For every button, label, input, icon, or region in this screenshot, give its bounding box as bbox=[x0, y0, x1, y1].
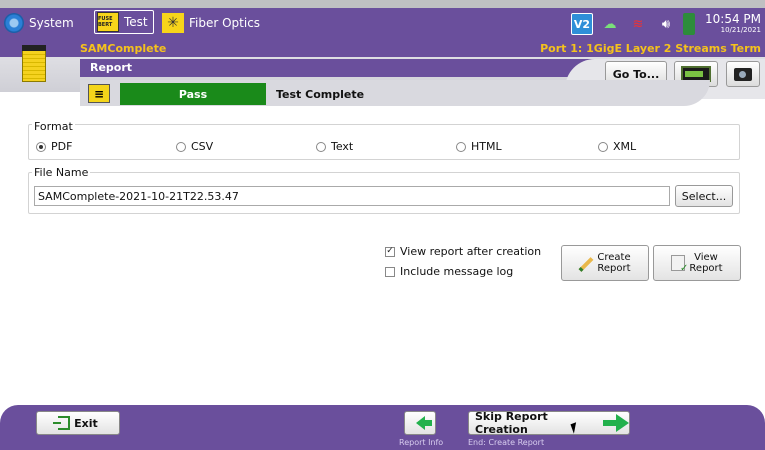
speaker-icon[interactable]: 🔊︎ bbox=[655, 13, 677, 35]
radio-dot bbox=[598, 141, 608, 152]
tab-test-label: Test bbox=[124, 15, 148, 29]
app-name: SAMComplete bbox=[80, 42, 167, 55]
port-info: Port 1: 1GigE Layer 2 Streams Term bbox=[540, 42, 761, 55]
status-area: V2 ☁ ≋ 🔊︎ 10:54 PM 10/21/2021 bbox=[571, 10, 765, 38]
view-report-button[interactable]: View Report bbox=[653, 245, 741, 281]
radio-html-label: HTML bbox=[471, 140, 502, 153]
tab-test[interactable]: FUSE BERT Test bbox=[94, 10, 154, 34]
document-check-icon bbox=[671, 255, 688, 274]
exit-label: Exit bbox=[74, 416, 98, 430]
exit-icon bbox=[53, 416, 71, 430]
radio-dot bbox=[176, 141, 186, 152]
cloud-icon[interactable]: ☁ bbox=[599, 13, 621, 35]
checkbox-checked: ✓ bbox=[385, 246, 395, 257]
back-button[interactable] bbox=[404, 411, 436, 435]
radio-text[interactable]: Text bbox=[316, 140, 353, 153]
include-log-label: Include message log bbox=[400, 265, 514, 278]
arrow-left-icon bbox=[415, 416, 432, 430]
notepad-icon[interactable] bbox=[22, 45, 46, 82]
radio-csv-label: CSV bbox=[191, 140, 214, 153]
tab-fiber-optics-label: Fiber Optics bbox=[189, 16, 261, 30]
clock: 10:54 PM 10/21/2021 bbox=[705, 13, 761, 35]
result-badge: Pass bbox=[120, 83, 266, 105]
fiber-icon: ✳ bbox=[162, 13, 184, 33]
radio-pdf-label: PDF bbox=[51, 140, 73, 153]
document-icon[interactable]: ≡ bbox=[88, 84, 110, 103]
camera-icon bbox=[734, 67, 752, 81]
view-after-checkbox[interactable]: ✓ View report after creation bbox=[385, 245, 541, 258]
clock-date: 10/21/2021 bbox=[720, 26, 761, 34]
back-caption: Report Info bbox=[399, 438, 444, 447]
radio-text-label: Text bbox=[331, 140, 354, 153]
arrow-right-icon bbox=[602, 414, 630, 432]
next-caption: End: Create Report bbox=[468, 438, 545, 447]
include-log-checkbox[interactable]: Include message log bbox=[385, 265, 513, 278]
create-report-line1: Create bbox=[597, 252, 631, 263]
tab-system-label: System bbox=[29, 16, 74, 30]
create-report-label: Create Report bbox=[597, 252, 630, 274]
pencil-icon bbox=[579, 256, 593, 270]
view-after-label: View report after creation bbox=[400, 245, 542, 258]
status-strip: ≡ Pass Test Complete bbox=[0, 80, 765, 108]
exit-button[interactable]: Exit bbox=[36, 411, 120, 435]
skip-report-button[interactable]: Skip Report Creation bbox=[468, 410, 630, 436]
create-report-line2: Report bbox=[597, 263, 631, 274]
view-report-label: View Report bbox=[689, 252, 722, 274]
page-title: Report bbox=[90, 61, 133, 74]
radio-csv[interactable]: CSV bbox=[176, 140, 213, 153]
main-content: Format PDF CSV Text HTML XML File Name S… bbox=[0, 108, 765, 408]
radio-xml-label: XML bbox=[613, 140, 637, 153]
top-bar: System FUSE BERT Test ✳ Fiber Optics V2 … bbox=[0, 0, 765, 40]
bert-icon-text: FUSE BERT bbox=[98, 16, 113, 28]
tab-fiber-optics[interactable]: ✳ Fiber Optics bbox=[162, 10, 260, 36]
bert-icon: FUSE BERT bbox=[97, 12, 119, 32]
view-report-line2: Report bbox=[689, 263, 723, 274]
test-state: Test Complete bbox=[276, 88, 365, 101]
wifi-off-icon[interactable]: ≋ bbox=[627, 13, 649, 35]
view-report-line1: View bbox=[694, 252, 718, 263]
file-name-label: File Name bbox=[32, 166, 91, 179]
radio-xml[interactable]: XML bbox=[598, 140, 636, 153]
radio-dot bbox=[456, 141, 466, 152]
create-report-button[interactable]: Create Report bbox=[561, 245, 649, 281]
radio-dot bbox=[36, 141, 46, 152]
v2-icon[interactable]: V2 bbox=[571, 13, 593, 35]
select-button[interactable]: Select... bbox=[675, 185, 733, 207]
battery-icon[interactable] bbox=[683, 13, 695, 35]
checkbox-unchecked bbox=[385, 266, 395, 277]
radio-html[interactable]: HTML bbox=[456, 140, 502, 153]
format-label: Format bbox=[32, 120, 75, 133]
radio-pdf[interactable]: PDF bbox=[36, 140, 72, 153]
radio-dot bbox=[316, 141, 326, 152]
clock-time: 10:54 PM bbox=[705, 12, 761, 26]
app-window: System FUSE BERT Test ✳ Fiber Optics V2 … bbox=[0, 0, 765, 450]
tab-system[interactable]: System bbox=[4, 10, 74, 36]
footer: Exit Skip Report Creation Report Info En… bbox=[0, 405, 765, 450]
gear-icon bbox=[4, 13, 24, 33]
file-name-input[interactable] bbox=[34, 186, 670, 206]
